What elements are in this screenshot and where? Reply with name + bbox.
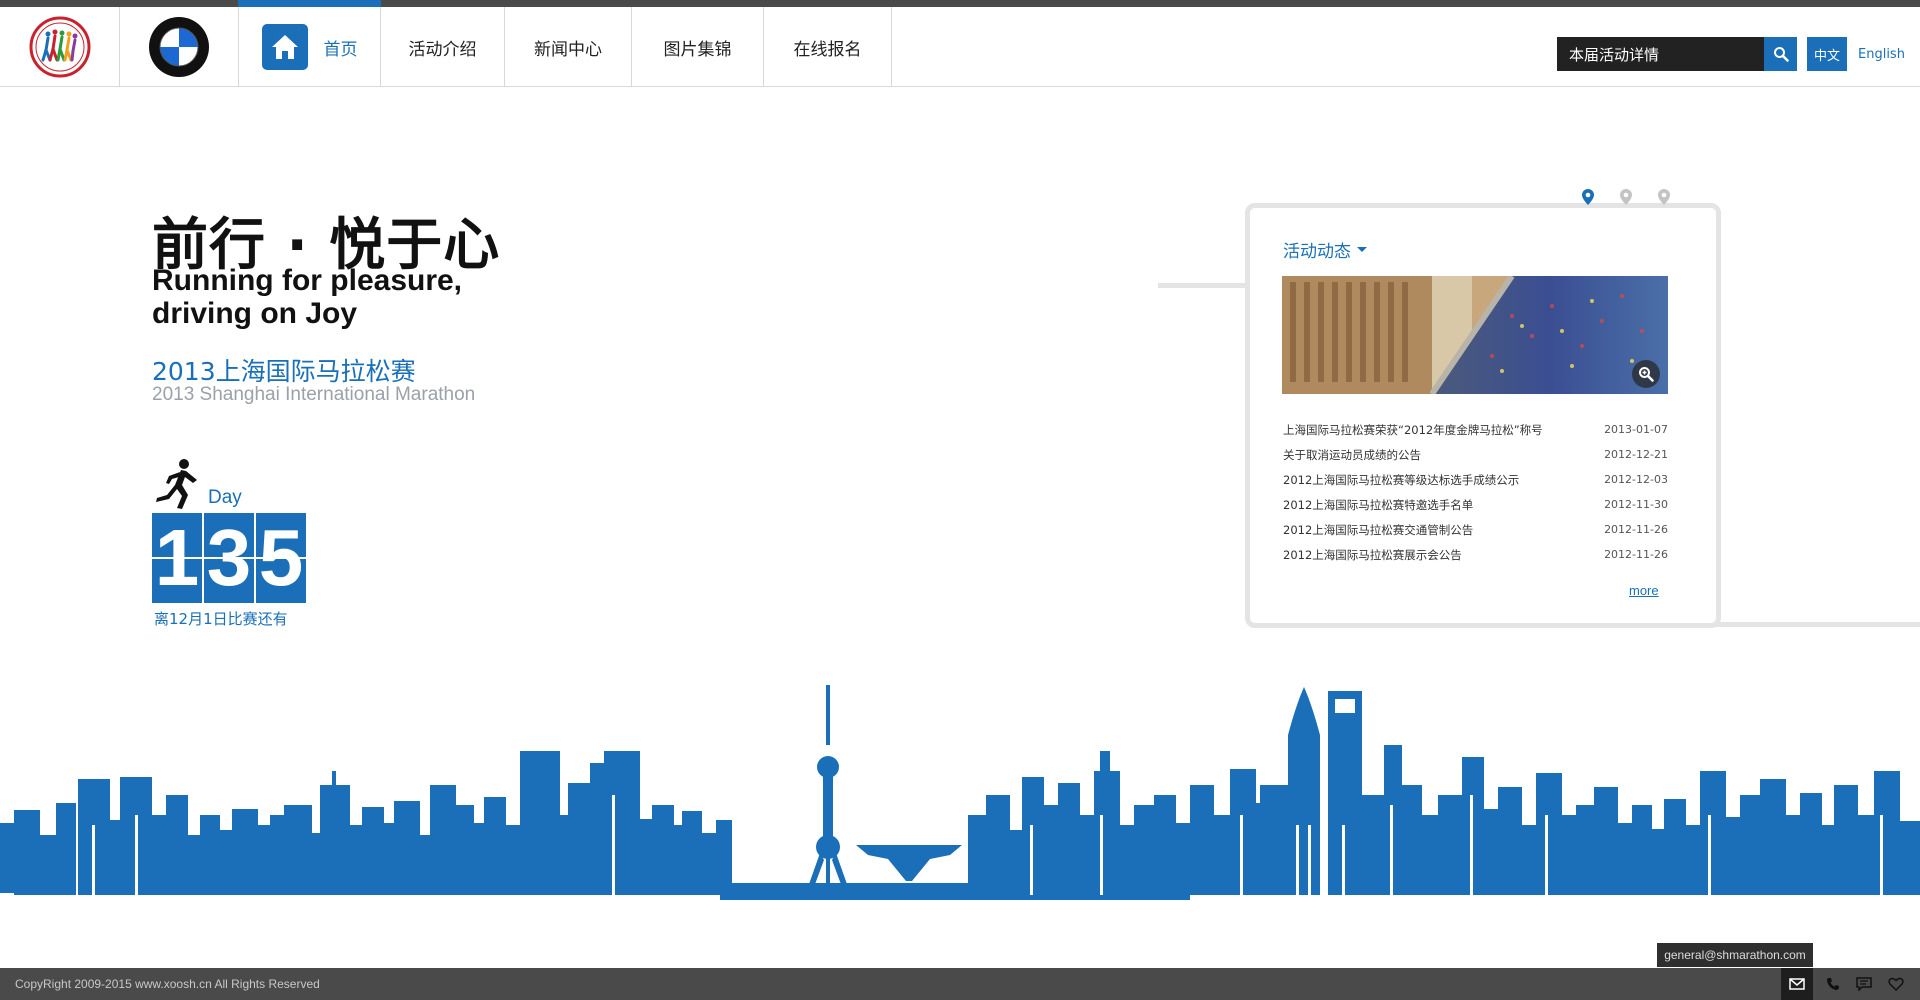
more-news-link[interactable]: more — [1629, 583, 1659, 598]
home-icon — [261, 24, 308, 70]
news-item-title: 关于取消运动员成绩的公告 — [1283, 447, 1421, 462]
slide-pin-icon[interactable] — [1656, 188, 1672, 206]
countdown-digit: 1 — [152, 513, 202, 603]
heart-icon[interactable] — [1880, 968, 1912, 1000]
news-item-date: 2013-01-07 — [1604, 423, 1668, 436]
event-title-english: 2013 Shanghai International Marathon — [152, 384, 476, 405]
news-item-title: 2012上海国际马拉松赛特邀选手名单 — [1283, 497, 1474, 512]
chat-icon[interactable] — [1848, 968, 1880, 1000]
phone-icon[interactable] — [1817, 968, 1849, 1000]
event-title-chinese: 2013上海国际马拉松赛 — [152, 357, 416, 386]
mail-icon[interactable] — [1781, 968, 1813, 1000]
news-item[interactable]: 2012上海国际马拉松赛展示会公告 2012-11-26 — [1283, 542, 1668, 567]
news-item-title: 2012上海国际马拉松赛展示会公告 — [1283, 547, 1462, 562]
news-list: 上海国际马拉松赛荣获“2012年度金牌马拉松”称号 2013-01-07 关于取消… — [1283, 417, 1668, 567]
marathon-logo[interactable] — [0, 7, 120, 87]
panel-bottom-line — [1716, 622, 1920, 627]
email-tooltip: general@shmarathon.com — [1657, 943, 1813, 967]
news-item-date: 2012-11-30 — [1604, 498, 1668, 511]
news-item-date: 2012-12-21 — [1604, 448, 1668, 461]
news-item-title: 2012上海国际马拉松赛交通管制公告 — [1283, 522, 1474, 537]
slogan-english: Running for pleasure, driving on Joy — [152, 264, 463, 330]
nav-signup[interactable]: 在线报名 — [764, 7, 892, 87]
news-item[interactable]: 2012上海国际马拉松赛特邀选手名单 2012-11-30 — [1283, 492, 1668, 517]
news-panel-title[interactable]: 活动动态 — [1283, 237, 1367, 262]
search-input[interactable] — [1557, 37, 1764, 71]
countdown-digit: 3 — [204, 513, 254, 603]
nav-about[interactable]: 活动介绍 — [381, 7, 505, 87]
lang-chinese-button[interactable]: 中文 — [1807, 37, 1847, 71]
news-item[interactable]: 2012上海国际马拉松赛交通管制公告 2012-11-26 — [1283, 517, 1668, 542]
news-photo[interactable] — [1282, 276, 1668, 394]
zoom-icon[interactable] — [1632, 360, 1660, 388]
news-panel-title-label: 活动动态 — [1283, 242, 1351, 262]
slide-pager — [1580, 188, 1672, 206]
header: 首页 活动介绍 新闻中心 图片集锦 在线报名 中文 English — [0, 0, 1920, 87]
lang-english-link[interactable]: English — [1858, 37, 1905, 71]
countdown-caption: 离12月1日比赛还有 — [154, 610, 288, 628]
nav-photos[interactable]: 图片集锦 — [632, 7, 764, 87]
countdown-digits: 1 3 5 — [152, 513, 306, 603]
active-nav-indicator — [238, 0, 381, 7]
news-item-title: 2012上海国际马拉松赛等级达标选手成绩公示 — [1283, 472, 1520, 487]
caret-down-icon — [1357, 247, 1367, 252]
search-icon — [1773, 47, 1789, 62]
news-item-date: 2012-11-26 — [1604, 523, 1668, 536]
nav-home[interactable]: 首页 — [238, 0, 381, 87]
search-box — [1557, 37, 1797, 71]
countdown-day-label: Day — [208, 487, 242, 508]
slide-pin-icon[interactable] — [1618, 188, 1634, 206]
runner-icon — [156, 459, 197, 509]
news-item[interactable]: 关于取消运动员成绩的公告 2012-12-21 — [1283, 442, 1668, 467]
footer: CopyRight 2009-2015 www.xoosh.cn All Rig… — [0, 968, 1920, 1000]
nav-home-label: 首页 — [323, 39, 358, 60]
bmw-logo[interactable] — [120, 7, 239, 87]
news-item-title: 上海国际马拉松赛荣获“2012年度金牌马拉松”称号 — [1283, 422, 1543, 437]
slide-pin-icon[interactable] — [1580, 188, 1596, 206]
city-skyline-illustration — [0, 685, 1920, 900]
news-item[interactable]: 2012上海国际马拉松赛等级达标选手成绩公示 2012-12-03 — [1283, 467, 1668, 492]
news-item-date: 2012-11-26 — [1604, 548, 1668, 561]
countdown-digit: 5 — [256, 513, 306, 603]
nav-news[interactable]: 新闻中心 — [505, 7, 632, 87]
panel-connector-line — [1158, 283, 1246, 288]
copyright-text: CopyRight 2009-2015 www.xoosh.cn All Rig… — [15, 977, 320, 991]
news-item-date: 2012-12-03 — [1604, 473, 1668, 486]
news-item[interactable]: 上海国际马拉松赛荣获“2012年度金牌马拉松”称号 2013-01-07 — [1283, 417, 1668, 442]
search-button[interactable] — [1764, 37, 1797, 71]
